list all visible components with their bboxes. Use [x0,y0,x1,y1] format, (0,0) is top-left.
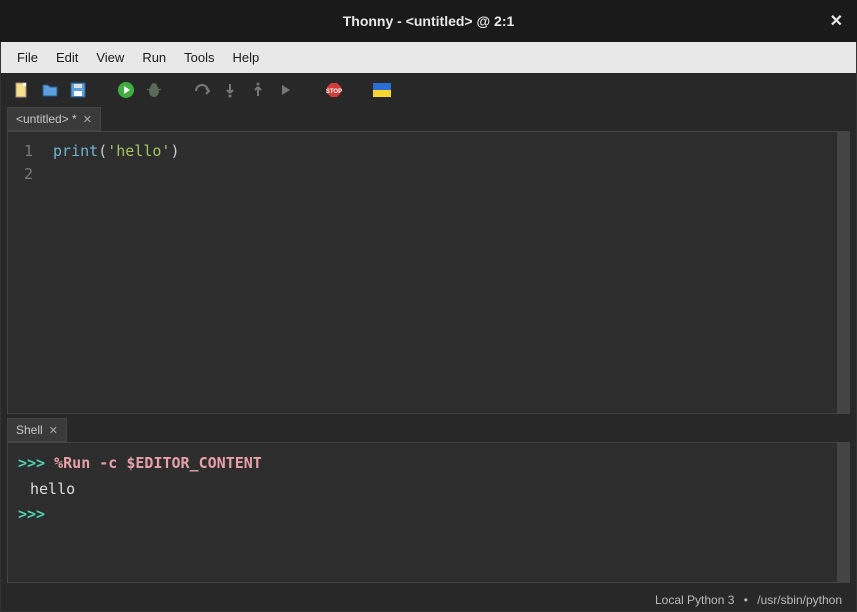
open-file-icon[interactable] [39,79,61,101]
menu-view[interactable]: View [88,46,132,69]
code-token-str: 'hello' [107,142,170,160]
step-into-icon[interactable] [219,79,241,101]
line-gutter: 1 2 [8,132,43,413]
content-area: <untitled> * ✕ 1 2 print('hello') Shell … [1,107,856,589]
shell-prompt: >>> [18,505,45,523]
code-token-paren: ) [170,142,179,160]
new-file-icon[interactable] [11,79,33,101]
editor-panel: <untitled> * ✕ 1 2 print('hello') [7,107,850,414]
menu-file[interactable]: File [9,46,46,69]
resume-icon[interactable] [275,79,297,101]
shell-output: hello [18,477,839,503]
flag-icon[interactable] [371,79,393,101]
code-token-paren: ( [98,142,107,160]
shell-body[interactable]: >>> %Run -c $EDITOR_CONTENT hello >>> [7,442,850,583]
shell-panel: Shell ✕ >>> %Run -c $EDITOR_CONTENT hell… [7,418,850,583]
menu-help[interactable]: Help [225,46,268,69]
menu-edit[interactable]: Edit [48,46,86,69]
close-tab-icon[interactable]: ✕ [83,113,92,126]
editor-tabbar: <untitled> * ✕ [7,107,850,131]
window-title: Thonny - <untitled> @ 2:1 [343,13,515,29]
menubar: File Edit View Run Tools Help [1,42,856,73]
shell-tabbar: Shell ✕ [7,418,850,442]
step-out-icon[interactable] [247,79,269,101]
status-path[interactable]: /usr/sbin/python [757,593,842,607]
window-titlebar: Thonny - <untitled> @ 2:1 ✕ [0,0,857,42]
svg-text:STOP: STOP [326,89,342,95]
menu-tools[interactable]: Tools [176,46,222,69]
editor-tab-label: <untitled> * [16,112,77,126]
debug-icon[interactable] [143,79,165,101]
status-interpreter[interactable]: Local Python 3 [655,593,734,607]
statusbar: Local Python 3 • /usr/sbin/python [1,589,856,611]
editor-tab[interactable]: <untitled> * ✕ [7,107,101,131]
status-separator: • [744,593,748,607]
shell-line-prompt[interactable]: >>> [18,502,839,528]
save-file-icon[interactable] [67,79,89,101]
code-area[interactable]: print('hello') [43,132,189,413]
menu-run[interactable]: Run [134,46,174,69]
line-number: 2 [24,163,33,186]
close-shell-tab-icon[interactable]: ✕ [49,424,58,437]
step-over-icon[interactable] [191,79,213,101]
shell-tab[interactable]: Shell ✕ [7,418,67,442]
line-number: 1 [24,140,33,163]
toolbar: STOP [1,73,856,107]
shell-command: %Run -c $EDITOR_CONTENT [54,454,262,472]
shell-line-command: >>> %Run -c $EDITOR_CONTENT [18,451,839,477]
stop-icon[interactable]: STOP [323,79,345,101]
run-icon[interactable] [115,79,137,101]
editor-body[interactable]: 1 2 print('hello') [7,131,850,414]
shell-tab-label: Shell [16,423,43,437]
code-token-fn: print [53,142,98,160]
close-icon[interactable]: ✕ [830,11,843,31]
shell-prompt: >>> [18,454,45,472]
window-body: File Edit View Run Tools Help [0,42,857,612]
